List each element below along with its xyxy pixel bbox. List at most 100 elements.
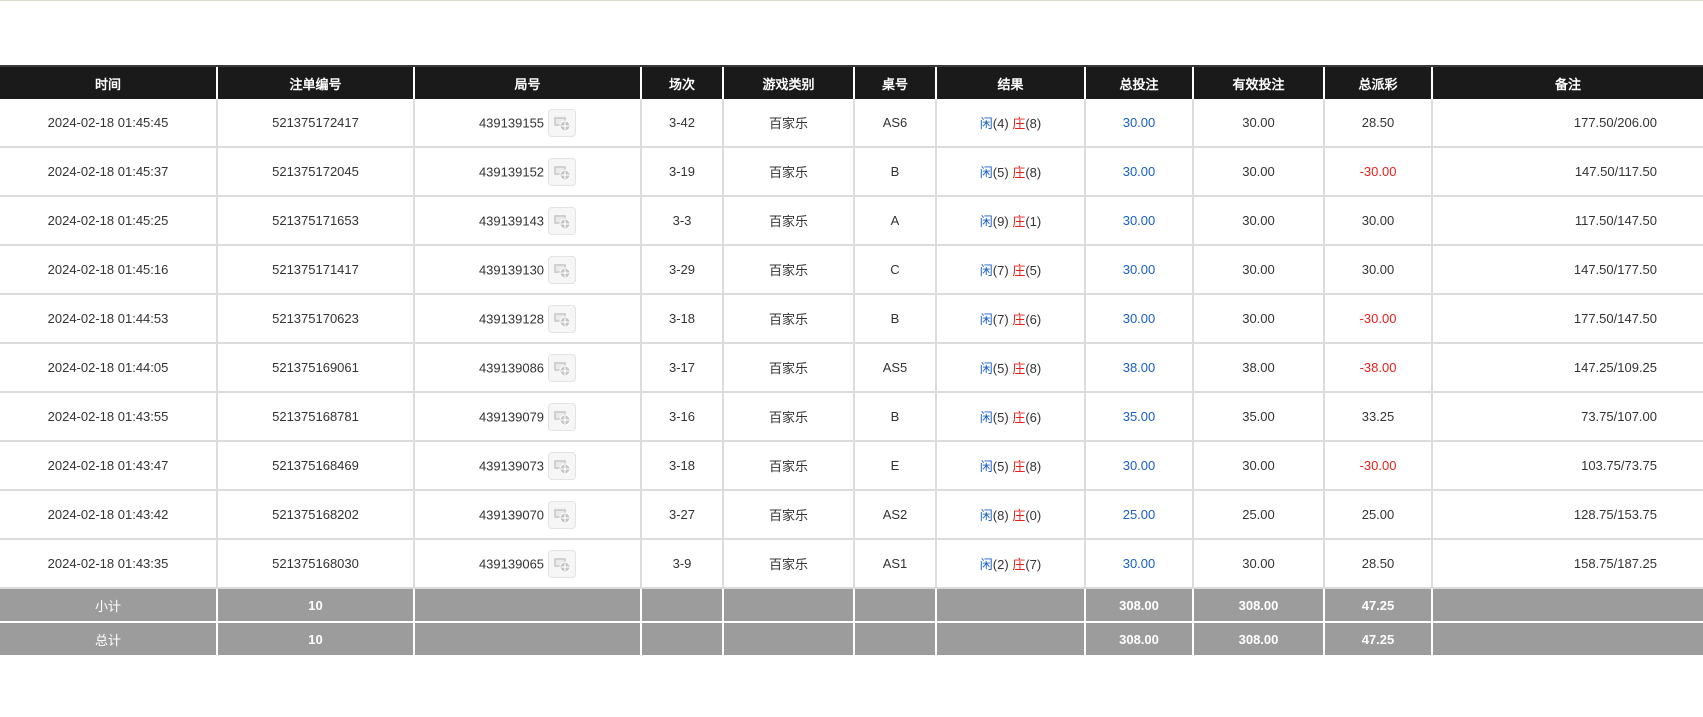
- cell-time: 2024-02-18 01:43:42: [0, 490, 217, 540]
- cell-time: 2024-02-18 01:43:47: [0, 441, 217, 491]
- cell-round: 439139070: [413, 490, 641, 540]
- cell-remark: 73.75/107.00: [1431, 392, 1703, 442]
- subtotal-row-count: 10: [216, 588, 414, 623]
- cell-time: 2024-02-18 01:45:25: [0, 196, 217, 246]
- cell-total-bet: 35.00: [1084, 392, 1193, 442]
- grandtotal-row-payout: 47.25: [1323, 622, 1432, 657]
- cell-total-bet: 25.00: [1084, 490, 1193, 540]
- grandtotal-row-empty-cell: [935, 622, 1085, 657]
- round-number: 439139086: [478, 360, 545, 375]
- cell-remark: 158.75/187.25: [1431, 539, 1703, 589]
- banker-score: (8): [1025, 459, 1042, 474]
- video-replay-icon[interactable]: [548, 206, 577, 235]
- cell-result: 闲(5) 庄(8): [935, 441, 1085, 491]
- cell-table: A: [853, 196, 936, 246]
- cell-session: 3-9: [640, 539, 723, 589]
- bet-records-table: 时间 注单编号 局号 场次 游戏类别 桌号 结果 总投注 有效投注 总派彩 备注 2024-02-1…: [0, 65, 1703, 657]
- banker-score: (8): [1025, 116, 1042, 131]
- table-header-row: 时间 注单编号 局号 场次 游戏类别 桌号 结果 总投注 有效投注 总派彩 备注: [0, 65, 1703, 99]
- video-replay-icon[interactable]: [548, 157, 577, 186]
- header-game-type: 游戏类别: [722, 65, 854, 99]
- cell-valid-bet: 30.00: [1192, 196, 1324, 246]
- cell-session: 3-19: [640, 147, 723, 197]
- banker-label: 庄: [1012, 312, 1026, 327]
- cell-time: 2024-02-18 01:45:16: [0, 245, 217, 295]
- grandtotal-row-empty-cell: [640, 622, 723, 657]
- player-score: (7): [992, 312, 1009, 327]
- cell-bet-id: 521375172417: [216, 99, 414, 148]
- video-replay-icon[interactable]: [548, 353, 577, 382]
- cell-time: 2024-02-18 01:43:35: [0, 539, 217, 589]
- table-row: 2024-02-18 01:45:37 521375172045 439139152…: [0, 147, 1703, 197]
- subtotal-row-total-bet: 308.00: [1084, 588, 1193, 623]
- banker-label: 庄: [1012, 410, 1026, 425]
- player-score: (8): [992, 508, 1009, 523]
- cell-valid-bet: 35.00: [1192, 392, 1324, 442]
- cell-total-bet: 30.00: [1084, 196, 1193, 246]
- banker-score: (0): [1025, 508, 1042, 523]
- subtotal-row-label: 小计: [0, 588, 217, 623]
- cell-session: 3-29: [640, 245, 723, 295]
- cell-bet-id: 521375168030: [216, 539, 414, 589]
- player-label: 闲: [979, 263, 993, 278]
- cell-table: AS5: [853, 343, 936, 393]
- cell-payout: 25.00: [1323, 490, 1432, 540]
- banker-score: (6): [1025, 410, 1042, 425]
- cell-payout: 30.00: [1323, 245, 1432, 295]
- player-score: (5): [992, 361, 1009, 376]
- cell-round: 439139128: [413, 294, 641, 344]
- cell-round: 439139143: [413, 196, 641, 246]
- video-replay-icon[interactable]: [548, 500, 577, 529]
- player-label: 闲: [979, 165, 993, 180]
- cell-table: B: [853, 294, 936, 344]
- grandtotal-row-remark: [1431, 622, 1703, 657]
- subtotal-row-remark: [1431, 588, 1703, 623]
- cell-remark: 147.50/117.50: [1431, 147, 1703, 197]
- cell-game-type: 百家乐: [722, 99, 854, 148]
- header-total-bet: 总投注: [1084, 65, 1193, 99]
- video-replay-icon[interactable]: [548, 451, 577, 480]
- video-replay-icon[interactable]: [548, 304, 577, 333]
- cell-payout: 28.50: [1323, 539, 1432, 589]
- header-round: 局号: [413, 65, 641, 99]
- video-replay-icon[interactable]: [548, 549, 577, 578]
- cell-payout: 30.00: [1323, 196, 1432, 246]
- cell-result: 闲(5) 庄(6): [935, 392, 1085, 442]
- video-replay-icon[interactable]: [548, 402, 577, 431]
- banker-label: 庄: [1012, 116, 1026, 131]
- cell-round: 439139155: [413, 99, 641, 148]
- cell-session: 3-18: [640, 294, 723, 344]
- cell-remark: 117.50/147.50: [1431, 196, 1703, 246]
- subtotal-row-empty-cell: [413, 588, 641, 623]
- player-label: 闲: [979, 410, 993, 425]
- cell-result: 闲(5) 庄(8): [935, 343, 1085, 393]
- cell-payout: -30.00: [1323, 294, 1432, 344]
- cell-valid-bet: 30.00: [1192, 294, 1324, 344]
- table-row: 2024-02-18 01:43:42 521375168202 439139070…: [0, 490, 1703, 540]
- banker-label: 庄: [1012, 508, 1026, 523]
- subtotal-row-valid-bet: 308.00: [1192, 588, 1324, 623]
- cell-game-type: 百家乐: [722, 245, 854, 295]
- player-score: (7): [992, 263, 1009, 278]
- player-label: 闲: [979, 214, 993, 229]
- table-row: 2024-02-18 01:43:55 521375168781 439139079…: [0, 392, 1703, 442]
- cell-game-type: 百家乐: [722, 441, 854, 491]
- round-number: 439139065: [478, 556, 545, 571]
- cell-bet-id: 521375168469: [216, 441, 414, 491]
- cell-table: C: [853, 245, 936, 295]
- video-replay-icon[interactable]: [548, 255, 577, 284]
- header-result: 结果: [935, 65, 1085, 99]
- grandtotal-row-empty-cell: [722, 622, 854, 657]
- cell-game-type: 百家乐: [722, 392, 854, 442]
- grandtotal-row-empty-cell: [853, 622, 936, 657]
- cell-valid-bet: 30.00: [1192, 99, 1324, 148]
- table-row: 2024-02-18 01:45:45 521375172417 439139155…: [0, 99, 1703, 148]
- player-label: 闲: [979, 116, 993, 131]
- cell-table: B: [853, 392, 936, 442]
- banker-score: (8): [1025, 165, 1042, 180]
- cell-payout: -30.00: [1323, 441, 1432, 491]
- subtotal-row-empty-cell: [935, 588, 1085, 623]
- video-replay-icon[interactable]: [548, 108, 577, 137]
- player-label: 闲: [979, 361, 993, 376]
- cell-session: 3-16: [640, 392, 723, 442]
